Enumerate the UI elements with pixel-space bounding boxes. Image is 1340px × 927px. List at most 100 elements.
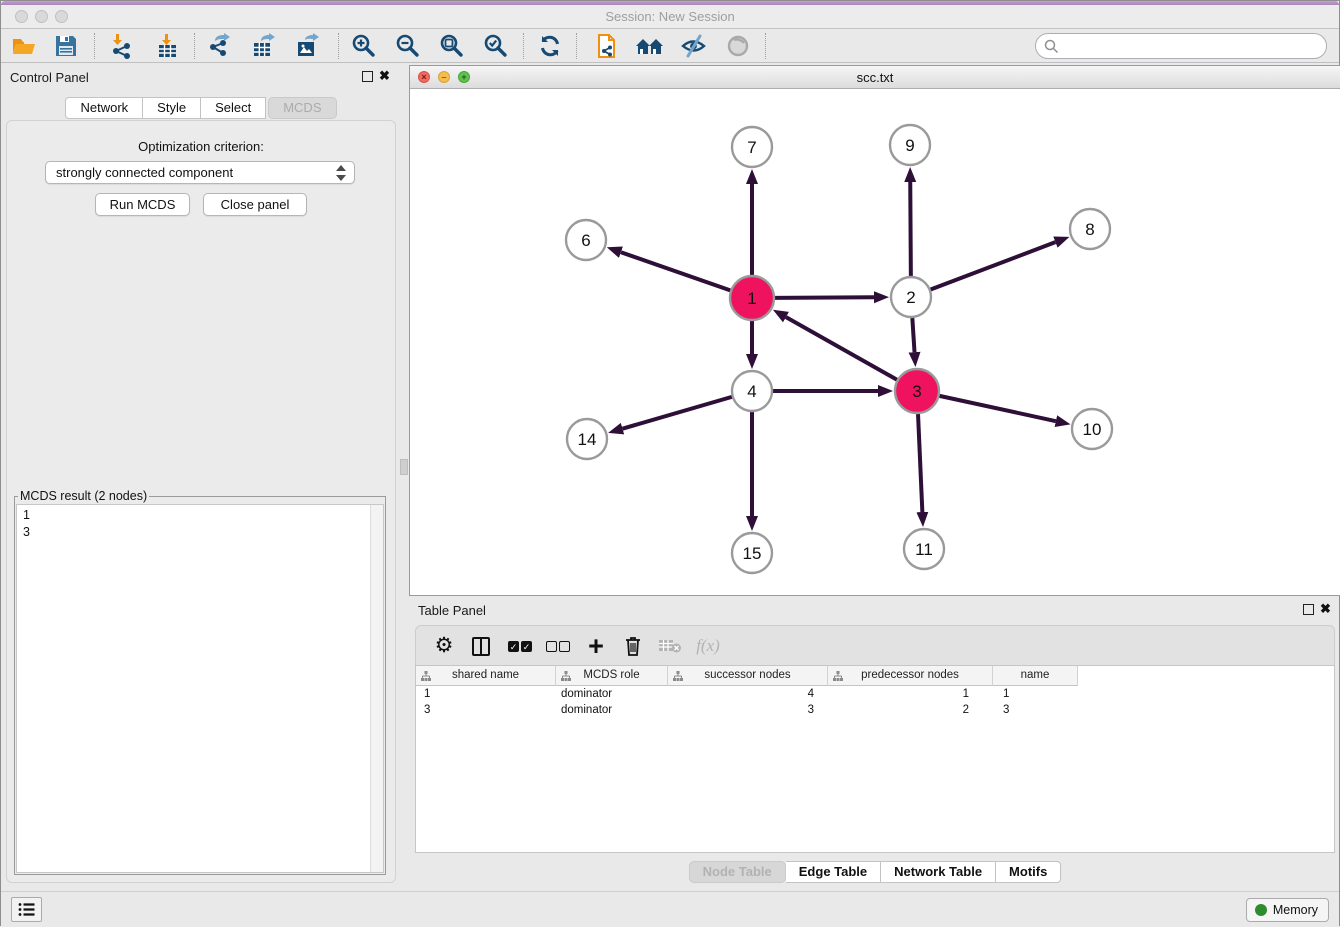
delete-table-icon[interactable] — [654, 631, 686, 661]
split-columns-icon[interactable] — [465, 631, 497, 661]
tab-mcds[interactable]: MCDS — [268, 97, 336, 119]
table-row[interactable]: 3dominator323 — [416, 702, 1334, 718]
panel-divider-handle[interactable] — [400, 459, 408, 475]
node-label-9: 9 — [905, 136, 914, 155]
import-network-icon[interactable] — [107, 32, 137, 60]
table-row[interactable]: 1dominator411 — [416, 686, 1334, 702]
run-mcds-button[interactable]: Run MCDS — [95, 193, 190, 216]
node-label-4: 4 — [747, 382, 756, 401]
column-header-predecessor-nodes[interactable]: predecessor nodes — [828, 666, 993, 686]
float-panel-icon[interactable] — [362, 71, 373, 82]
edge-1-6[interactable] — [621, 252, 730, 290]
memory-button[interactable]: Memory — [1246, 898, 1329, 922]
cell-shared-name[interactable]: 1 — [416, 686, 556, 702]
result-scrollbar[interactable] — [370, 505, 383, 872]
mcds-result-textarea[interactable]: 13 — [16, 504, 384, 873]
column-header-name[interactable]: name — [993, 666, 1078, 686]
tab-edge-table[interactable]: Edge Table — [786, 861, 881, 883]
cell-MCDS-role[interactable]: dominator — [556, 686, 668, 702]
column-type-icon — [561, 671, 571, 681]
edge-4-14[interactable] — [623, 397, 732, 429]
column-type-icon — [833, 671, 843, 681]
zoom-in-icon[interactable] — [349, 32, 379, 60]
tab-style[interactable]: Style — [143, 97, 201, 119]
column-header-successor-nodes[interactable]: successor nodes — [668, 666, 828, 686]
result-line: 3 — [23, 524, 377, 541]
zoom-out-icon[interactable] — [393, 32, 423, 60]
cell-name[interactable]: 3 — [993, 702, 1078, 718]
node-label-14: 14 — [578, 430, 597, 449]
column-header-shared-name[interactable]: shared name — [416, 666, 556, 686]
cell-predecessor-nodes[interactable]: 1 — [828, 686, 993, 702]
select-all-rows-icon[interactable]: ✓✓ — [504, 631, 536, 661]
show-panel-icon[interactable] — [723, 32, 753, 60]
node-label-7: 7 — [747, 138, 756, 157]
application-window: Session: New Session — [0, 0, 1340, 926]
hide-panel-icon[interactable] — [679, 32, 709, 60]
trash-icon[interactable] — [617, 631, 649, 661]
import-table-icon[interactable] — [153, 32, 183, 60]
criterion-dropdown[interactable]: strongly connected component — [45, 161, 355, 184]
table-panel: Table Panel ✖ ⚙ ✓✓ + f(x) shared name MCD… — [409, 596, 1340, 891]
float-table-panel-icon[interactable] — [1303, 604, 1314, 615]
home-icon[interactable] — [635, 32, 665, 60]
tab-node-table[interactable]: Node Table — [689, 861, 786, 883]
cell-predecessor-nodes[interactable]: 2 — [828, 702, 993, 718]
close-panel-button[interactable]: Close panel — [203, 193, 307, 216]
export-image-icon[interactable] — [293, 32, 323, 60]
export-table-icon[interactable] — [249, 32, 279, 60]
column-header-MCDS-role[interactable]: MCDS role — [556, 666, 668, 686]
node-label-1: 1 — [747, 289, 756, 308]
control-panel-title: Control Panel — [10, 70, 89, 85]
zoom-selected-icon[interactable] — [481, 32, 511, 60]
add-icon[interactable]: + — [580, 631, 612, 661]
edge-3-11[interactable] — [918, 414, 922, 512]
task-history-icon[interactable] — [11, 897, 42, 922]
tab-motifs[interactable]: Motifs — [996, 861, 1061, 883]
edge-3-10[interactable] — [939, 396, 1055, 421]
refresh-icon[interactable] — [535, 32, 565, 60]
network-graph[interactable]: 7968124314101511 — [410, 89, 1340, 595]
tab-network[interactable]: Network — [65, 97, 143, 119]
gear-icon[interactable]: ⚙ — [428, 631, 460, 661]
edge-2-8[interactable] — [931, 242, 1056, 289]
column-label: name — [1021, 669, 1050, 681]
close-panel-icon[interactable]: ✖ — [379, 69, 390, 83]
cell-shared-name[interactable]: 3 — [416, 702, 556, 718]
control-panel: Control Panel ✖ NetworkStyleSelectMCDS O… — [1, 63, 401, 891]
node-label-15: 15 — [743, 544, 762, 563]
close-table-panel-icon[interactable]: ✖ — [1320, 602, 1331, 616]
tab-network-table[interactable]: Network Table — [881, 861, 996, 883]
edge-3-1[interactable] — [786, 317, 897, 380]
mcds-tab-content: Optimization criterion: strongly connect… — [6, 120, 396, 883]
table-panel-title: Table Panel — [418, 603, 486, 618]
zoom-fit-icon[interactable] — [437, 32, 467, 60]
search-input[interactable] — [1035, 33, 1327, 59]
node-label-11: 11 — [915, 540, 933, 559]
control-panel-header: Control Panel ✖ — [1, 63, 401, 91]
open-session-icon[interactable] — [9, 32, 39, 60]
optimization-criterion-label: Optimization criterion: — [7, 139, 395, 154]
cell-successor-nodes[interactable]: 3 — [668, 702, 828, 718]
edge-2-9[interactable] — [910, 182, 911, 276]
column-label: predecessor nodes — [861, 669, 959, 681]
control-panel-tabs: NetworkStyleSelectMCDS — [1, 97, 401, 120]
save-session-icon[interactable] — [51, 32, 81, 60]
window-title: Session: New Session — [1, 5, 1339, 29]
edge-1-2[interactable] — [775, 297, 874, 298]
cell-successor-nodes[interactable]: 4 — [668, 686, 828, 702]
cell-name[interactable]: 1 — [993, 686, 1078, 702]
node-label-10: 10 — [1083, 420, 1102, 439]
deselect-all-rows-icon[interactable] — [542, 631, 574, 661]
column-label: shared name — [452, 669, 519, 681]
cell-MCDS-role[interactable]: dominator — [556, 702, 668, 718]
tab-select[interactable]: Select — [201, 97, 266, 119]
clone-network-icon[interactable] — [591, 32, 621, 60]
titlebar: Session: New Session — [1, 5, 1339, 29]
table-body: 1dominator4113dominator323 — [416, 686, 1334, 718]
edge-2-3[interactable] — [912, 318, 914, 352]
table-header-row: shared name MCDS rolesuccessor nodes prede… — [416, 666, 1334, 686]
memory-label: Memory — [1273, 903, 1318, 917]
function-builder-icon[interactable]: f(x) — [692, 631, 724, 661]
export-network-icon[interactable] — [205, 32, 235, 60]
